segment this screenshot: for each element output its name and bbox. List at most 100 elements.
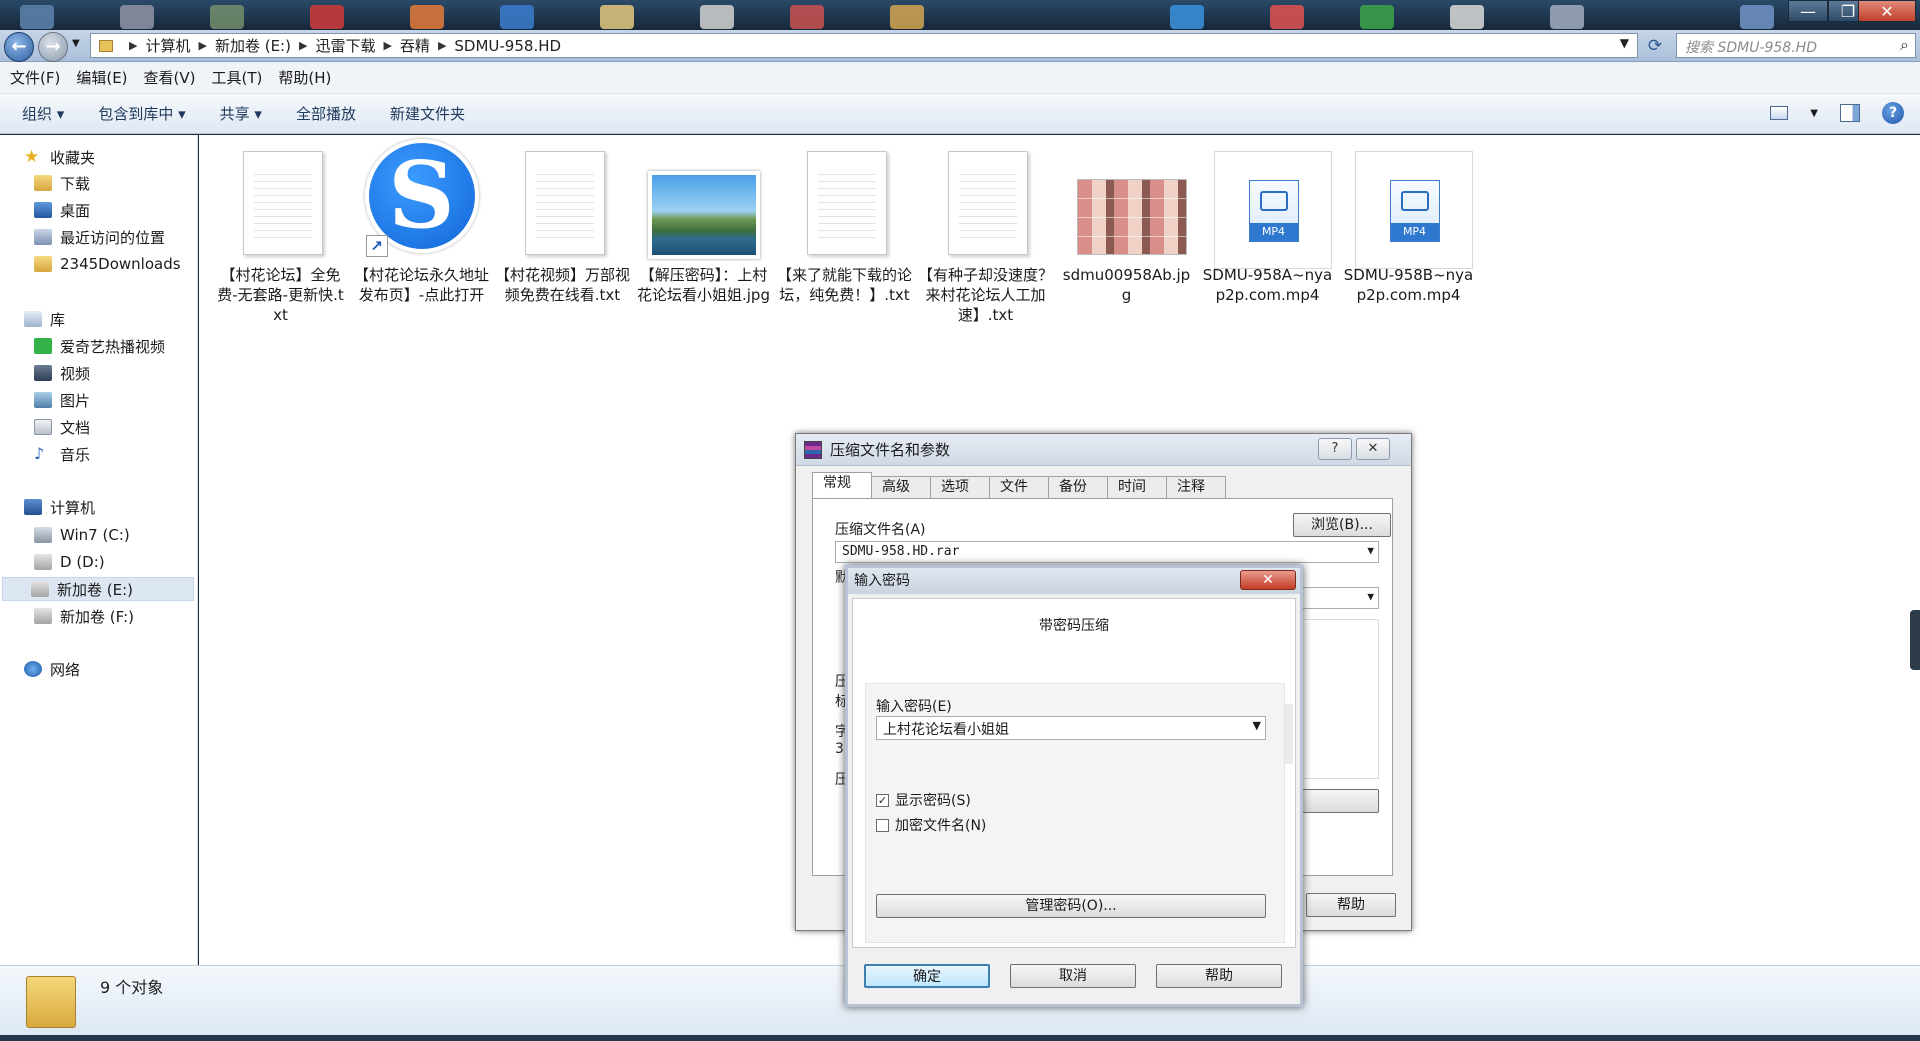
nav-item-desktop[interactable]: 桌面 (34, 198, 90, 222)
file-item[interactable]: 【解压密码】：上村花论坛看小姐姐.jpg (636, 143, 771, 305)
show-password-checkbox[interactable]: ✓ 显示密码(S) (876, 790, 971, 810)
breadcrumb[interactable]: ▶ 计算机 ▶ 新加卷 (E:) ▶ 迅雷下载 ▶ 吞精 ▶ SDMU-958.… (90, 33, 1638, 58)
file-item[interactable]: 【村花论坛】全免费-无套路-更新快.txt (213, 143, 348, 325)
taskbar-app-icon[interactable] (20, 5, 54, 29)
breadcrumb-item[interactable]: 计算机 (145, 35, 190, 56)
play-all-button[interactable]: 全部播放 (296, 103, 356, 124)
nav-item-2345downloads[interactable]: 2345Downloads (34, 252, 181, 276)
tab-files[interactable]: 文件 (989, 476, 1049, 498)
update-mode-select[interactable]: ▼ (1301, 587, 1379, 609)
chevron-down-icon[interactable]: ▼ (1367, 544, 1374, 557)
file-item[interactable]: MP4 SDMU-958B~nyap2p.com.mp4 (1341, 143, 1476, 305)
taskbar-app-icon[interactable] (1170, 5, 1204, 29)
dialog-titlebar[interactable]: 压缩文件名和参数 ? ✕ (796, 434, 1411, 466)
help-button[interactable]: 帮助 (1156, 964, 1282, 988)
archive-name-field[interactable]: SDMU-958.HD.rar ▼ (835, 541, 1379, 563)
file-item[interactable]: 【有种子却没速度？来村花论坛人工加速】.txt (918, 143, 1053, 325)
refresh-icon[interactable]: ⟳ (1644, 35, 1666, 57)
nav-favorites[interactable]: ★ 收藏夹 (24, 145, 95, 169)
file-item[interactable]: 【来了就能下载的论坛，纯免费！】.txt (777, 143, 912, 305)
preview-pane-icon[interactable] (1840, 104, 1860, 122)
manage-passwords-button[interactable]: 管理密码(O)... (876, 894, 1266, 918)
taskbar-app-icon[interactable] (1450, 5, 1484, 29)
chevron-down-icon[interactable]: ▼ (1253, 719, 1261, 732)
chevron-right-icon[interactable]: ▶ (438, 39, 446, 52)
menu-edit[interactable]: 编辑(E) (76, 67, 127, 88)
help-icon[interactable]: ? (1318, 438, 1352, 460)
close-button[interactable]: ✕ (1858, 0, 1916, 22)
nav-item-iqiyi[interactable]: 爱奇艺热播视频 (34, 334, 165, 358)
taskbar-app-icon[interactable] (1360, 5, 1394, 29)
taskbar-app-icon[interactable] (500, 5, 534, 29)
nav-network[interactable]: 网络 (24, 657, 80, 681)
set-password-button[interactable] (1301, 789, 1379, 813)
file-item[interactable]: S ↗ 【村花论坛永久地址发布页】-点此打开 (354, 139, 489, 305)
share-button[interactable]: 共享 ▾ (220, 103, 262, 124)
close-icon[interactable]: ✕ (1240, 570, 1296, 590)
taskbar-app-icon[interactable] (210, 5, 244, 29)
nav-item-videos[interactable]: 视频 (34, 361, 90, 385)
nav-computer[interactable]: 计算机 (24, 495, 95, 519)
help-button[interactable]: 帮助 (1306, 893, 1396, 917)
change-view-icon[interactable] (1770, 106, 1789, 120)
new-folder-button[interactable]: 新建文件夹 (390, 103, 465, 124)
nav-item-drive-e[interactable]: 新加卷 (E:) (2, 577, 194, 601)
chevron-down-icon[interactable]: ▼ (1620, 36, 1629, 50)
nav-item-drive-d[interactable]: D (D:) (34, 550, 105, 574)
menu-tools[interactable]: 工具(T) (212, 67, 263, 88)
taskbar-app-icon[interactable] (120, 5, 154, 29)
tab-comment[interactable]: 注释 (1166, 476, 1226, 498)
file-item[interactable]: 【村花视频】万部视频免费在线看.txt (495, 143, 630, 305)
back-button[interactable]: ← (4, 32, 34, 62)
recent-pages-dropdown-icon[interactable]: ▼ (72, 38, 80, 49)
taskbar-app-icon[interactable] (700, 5, 734, 29)
ok-button[interactable]: 确定 (864, 964, 990, 988)
encrypt-filenames-checkbox[interactable]: 加密文件名(N) (876, 815, 986, 835)
taskbar-app-icon[interactable] (1270, 5, 1304, 29)
chevron-right-icon[interactable]: ▶ (383, 39, 391, 52)
nav-item-downloads[interactable]: 下载 (34, 171, 90, 195)
search-icon[interactable]: ⌕ (1900, 35, 1909, 55)
tab-time[interactable]: 时间 (1107, 476, 1167, 498)
menu-file[interactable]: 文件(F) (10, 67, 60, 88)
search-input[interactable]: 搜索 SDMU-958.HD ⌕ (1676, 33, 1916, 58)
nav-item-drive-c[interactable]: Win7 (C:) (34, 523, 130, 547)
taskbar-app-icon[interactable] (600, 5, 634, 29)
forward-button[interactable]: → (38, 32, 68, 62)
tab-general[interactable]: 常规 (812, 472, 872, 498)
menu-view[interactable]: 查看(V) (144, 67, 196, 88)
taskbar-app-icon[interactable] (1550, 5, 1584, 29)
breadcrumb-item[interactable]: SDMU-958.HD (454, 37, 561, 55)
close-icon[interactable]: ✕ (1356, 438, 1390, 460)
help-icon[interactable]: ? (1882, 102, 1904, 124)
nav-item-documents[interactable]: 文档 (34, 415, 90, 439)
password-field[interactable]: 上村花论坛看小姐姐 ▼ (876, 716, 1266, 740)
chevron-right-icon[interactable]: ▶ (299, 39, 307, 52)
breadcrumb-item[interactable]: 吞精 (400, 35, 430, 56)
breadcrumb-item[interactable]: 新加卷 (E:) (215, 35, 291, 56)
cancel-button[interactable]: 取消 (1010, 964, 1136, 988)
file-item[interactable]: MP4 SDMU-958A~nyap2p.com.mp4 (1200, 143, 1335, 305)
taskbar-app-icon[interactable] (790, 5, 824, 29)
taskbar-app-icon[interactable] (410, 5, 444, 29)
side-handle[interactable] (1910, 610, 1920, 670)
tab-backup[interactable]: 备份 (1048, 476, 1108, 498)
nav-item-recent[interactable]: 最近访问的位置 (34, 225, 165, 249)
nav-item-pictures[interactable]: 图片 (34, 388, 90, 412)
chevron-right-icon[interactable]: ▶ (198, 39, 206, 52)
nav-libraries[interactable]: 库 (24, 307, 65, 331)
view-options-dropdown-icon[interactable]: ▼ (1810, 108, 1818, 119)
tab-advanced[interactable]: 高级 (871, 476, 931, 498)
taskbar-app-icon[interactable] (890, 5, 924, 29)
menu-help[interactable]: 帮助(H) (278, 67, 331, 88)
file-item[interactable]: sdmu00958Ab.jpg (1059, 143, 1194, 305)
breadcrumb-item[interactable]: 迅雷下载 (315, 35, 375, 56)
taskbar-app-icon[interactable] (1740, 5, 1774, 29)
dialog-titlebar[interactable]: 输入密码 ✕ (848, 568, 1300, 594)
organize-button[interactable]: 组织 ▾ (22, 103, 64, 124)
nav-item-music[interactable]: ♪ 音乐 (34, 442, 90, 466)
chevron-down-icon[interactable]: ▼ (1367, 590, 1374, 603)
nav-item-drive-f[interactable]: 新加卷 (F:) (34, 604, 134, 628)
chevron-right-icon[interactable]: ▶ (129, 39, 137, 52)
minimize-button[interactable]: — (1788, 0, 1828, 22)
